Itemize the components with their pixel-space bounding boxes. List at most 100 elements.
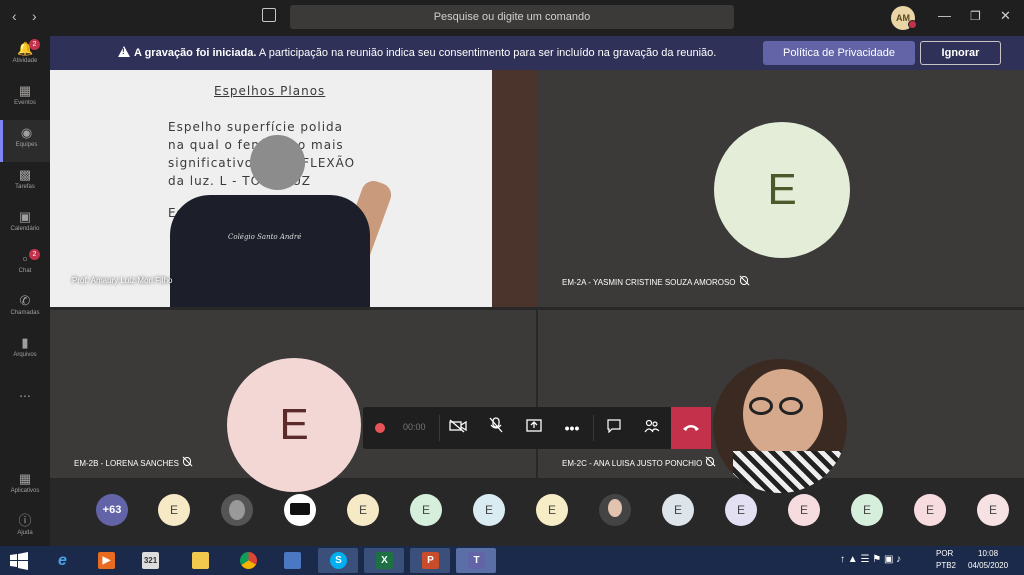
internet-explorer-icon: e <box>58 552 67 569</box>
minimize-icon[interactable]: — <box>938 8 951 23</box>
notification-badge: 2 <box>29 249 40 260</box>
rail-item-files[interactable]: ▮ Arquivos <box>0 330 50 372</box>
rail-item-help[interactable]: ⓘ Ajuda <box>0 508 50 550</box>
roster-photo-avatar[interactable] <box>284 494 316 526</box>
rail-item-label: Tarefas <box>15 184 35 190</box>
shirt-logo-text: Colégio Santo André <box>228 233 302 241</box>
taskbar-powerpoint[interactable]: P <box>410 548 450 573</box>
teacher-video-tile[interactable]: Espelhos Planos Espelho superfície polid… <box>50 70 538 307</box>
rail-item-label: Atividade <box>12 58 38 64</box>
rail-item-label: Chamadas <box>10 310 40 316</box>
roster-avatar[interactable]: E <box>977 494 1009 526</box>
roster-avatar[interactable]: E <box>347 494 379 526</box>
roster-avatar[interactable]: E <box>914 494 946 526</box>
rail-item-calls[interactable]: ✆ Chamadas <box>0 288 50 330</box>
share-screen-icon[interactable] <box>515 407 553 449</box>
chrome-icon <box>240 552 257 569</box>
roster-avatar[interactable]: E <box>662 494 694 526</box>
participant-name-text: EM-2B - LORENA SANCHES <box>74 459 179 468</box>
help-icon: ⓘ <box>18 513 32 528</box>
taskbar-explorer[interactable] <box>180 548 220 573</box>
compose-icon[interactable] <box>262 8 276 22</box>
roster-avatar[interactable]: E <box>158 494 190 526</box>
taskbar-media[interactable]: ▶ <box>86 548 126 573</box>
rail-item-label: Ajuda <box>17 530 33 536</box>
taskbar-ie[interactable]: e <box>42 548 82 573</box>
participant-name-text: EM-2C - ANA LUISA JUSTO PONCHIO <box>562 459 703 468</box>
rail-item-label: Aplicativos <box>10 488 40 494</box>
whiteboard-text: Espelhos Planos <box>214 84 326 98</box>
teacher-body: Colégio Santo André <box>170 195 370 307</box>
tray-icons[interactable]: ↑ ▲ ☰ ⚑ ▣ ♪ <box>840 554 901 565</box>
participant-name: EM-2B - LORENA SANCHES <box>74 457 191 468</box>
roster-avatar[interactable]: E <box>410 494 442 526</box>
rail-item-label: Eventos <box>14 100 36 106</box>
taskbar-network[interactable] <box>272 548 312 573</box>
restore-icon[interactable]: ❐ <box>970 9 981 23</box>
mic-off-icon[interactable] <box>477 407 515 449</box>
rail-item-calendar[interactable]: ▣ Calendário <box>0 204 50 246</box>
participant-name-text: EM-2A - YASMIN CRISTINE SOUZA AMOROSO <box>562 278 736 287</box>
roster-avatar[interactable]: E <box>725 494 757 526</box>
calendar-icon: ▣ <box>18 209 32 224</box>
photo-shirt <box>733 451 843 493</box>
chat-icon[interactable] <box>595 407 633 449</box>
ignore-button[interactable]: Ignorar <box>920 41 1001 65</box>
chevron-right-icon[interactable]: › <box>32 8 37 24</box>
rail-item-label: Arquivos <box>13 352 37 358</box>
chevron-left-icon[interactable]: ‹ <box>12 8 17 24</box>
assignments-icon: ▩ <box>18 167 32 182</box>
recording-notice: A gravação foi iniciada. A participação … <box>134 47 716 59</box>
rail-item-label: Equipes <box>15 142 38 148</box>
rail-item-label: Chat <box>18 268 32 274</box>
media-player-icon: ▶ <box>98 552 115 569</box>
rail-item-apps[interactable]: ▦ Aplicativos <box>0 466 50 508</box>
participant-name: EM-2C - ANA LUISA JUSTO PONCHIO <box>562 457 715 468</box>
participants-icon[interactable] <box>633 407 671 449</box>
taskbar-skype[interactable]: S <box>318 548 358 573</box>
skype-icon: S <box>330 552 347 569</box>
more-icon[interactable]: ••• <box>553 407 591 449</box>
rail-item-events[interactable]: ▦ Eventos <box>0 78 50 120</box>
roster-photo-avatar[interactable] <box>599 494 631 526</box>
roster-avatar[interactable]: E <box>473 494 505 526</box>
privacy-policy-button[interactable]: Política de Privacidade <box>763 41 915 65</box>
recording-notice-message: A participação na reunião indica seu con… <box>256 47 717 59</box>
recording-banner: A gravação foi iniciada. A participação … <box>50 36 1024 70</box>
rail-item-activity[interactable]: 🔔 Atividade 2 <box>0 36 50 78</box>
network-icon <box>284 552 301 569</box>
calendar-event-icon: ▦ <box>18 83 32 98</box>
taskbar-excel[interactable]: X <box>364 548 404 573</box>
rail-item-assignments[interactable]: ▩ Tarefas <box>0 162 50 204</box>
clock-time[interactable]: 10:08 <box>978 549 998 558</box>
recording-timer: 00:00 <box>403 422 426 432</box>
participant-tile[interactable]: E EM-2A - YASMIN CRISTINE SOUZA AMOROSO <box>538 70 1024 307</box>
rail-item-teams[interactable]: ◉ Equipes <box>0 120 50 162</box>
roster-avatar[interactable]: E <box>536 494 568 526</box>
more-apps-button[interactable]: ... <box>0 384 50 400</box>
taskbar-calendar-app[interactable]: 321 <box>130 548 170 573</box>
rail-item-chat[interactable]: ▫ Chat 2 <box>0 246 50 288</box>
rail-item-label: Calendário <box>10 226 40 232</box>
windows-taskbar: e ▶ 321 S X P T ↑ ▲ ☰ ⚑ ▣ ♪ POR PTB2 10:… <box>0 546 1024 575</box>
meeting-stage: Espelhos Planos Espelho superfície polid… <box>50 70 1024 546</box>
clock-date[interactable]: 04/05/2020 <box>968 561 1008 570</box>
roster-overflow-badge[interactable]: +63 <box>96 494 128 526</box>
teams-icon: ◉ <box>20 125 33 140</box>
taskbar-chrome[interactable] <box>228 548 268 573</box>
roster-photo-avatar[interactable] <box>221 494 253 526</box>
search-input[interactable]: Pesquise ou digite um comando <box>290 5 734 29</box>
apps-icon: ▦ <box>18 471 32 486</box>
app-rail: 🔔 Atividade 2 ▦ Eventos ◉ Equipes ▩ Tare… <box>0 34 50 546</box>
roster-avatar[interactable]: E <box>851 494 883 526</box>
camera-off-icon[interactable] <box>439 407 477 449</box>
taskbar-teams[interactable]: T <box>456 548 496 573</box>
input-language[interactable]: POR <box>936 549 953 558</box>
keyboard-layout[interactable]: PTB2 <box>936 561 956 570</box>
close-icon[interactable]: ✕ <box>1000 8 1011 24</box>
roster-avatar[interactable]: E <box>788 494 820 526</box>
start-button[interactable] <box>4 548 34 573</box>
phone-icon: ✆ <box>19 293 31 308</box>
title-bar: ‹ › Pesquise ou digite um comando AM — ❐… <box>0 0 1024 34</box>
hang-up-icon[interactable] <box>671 407 711 449</box>
